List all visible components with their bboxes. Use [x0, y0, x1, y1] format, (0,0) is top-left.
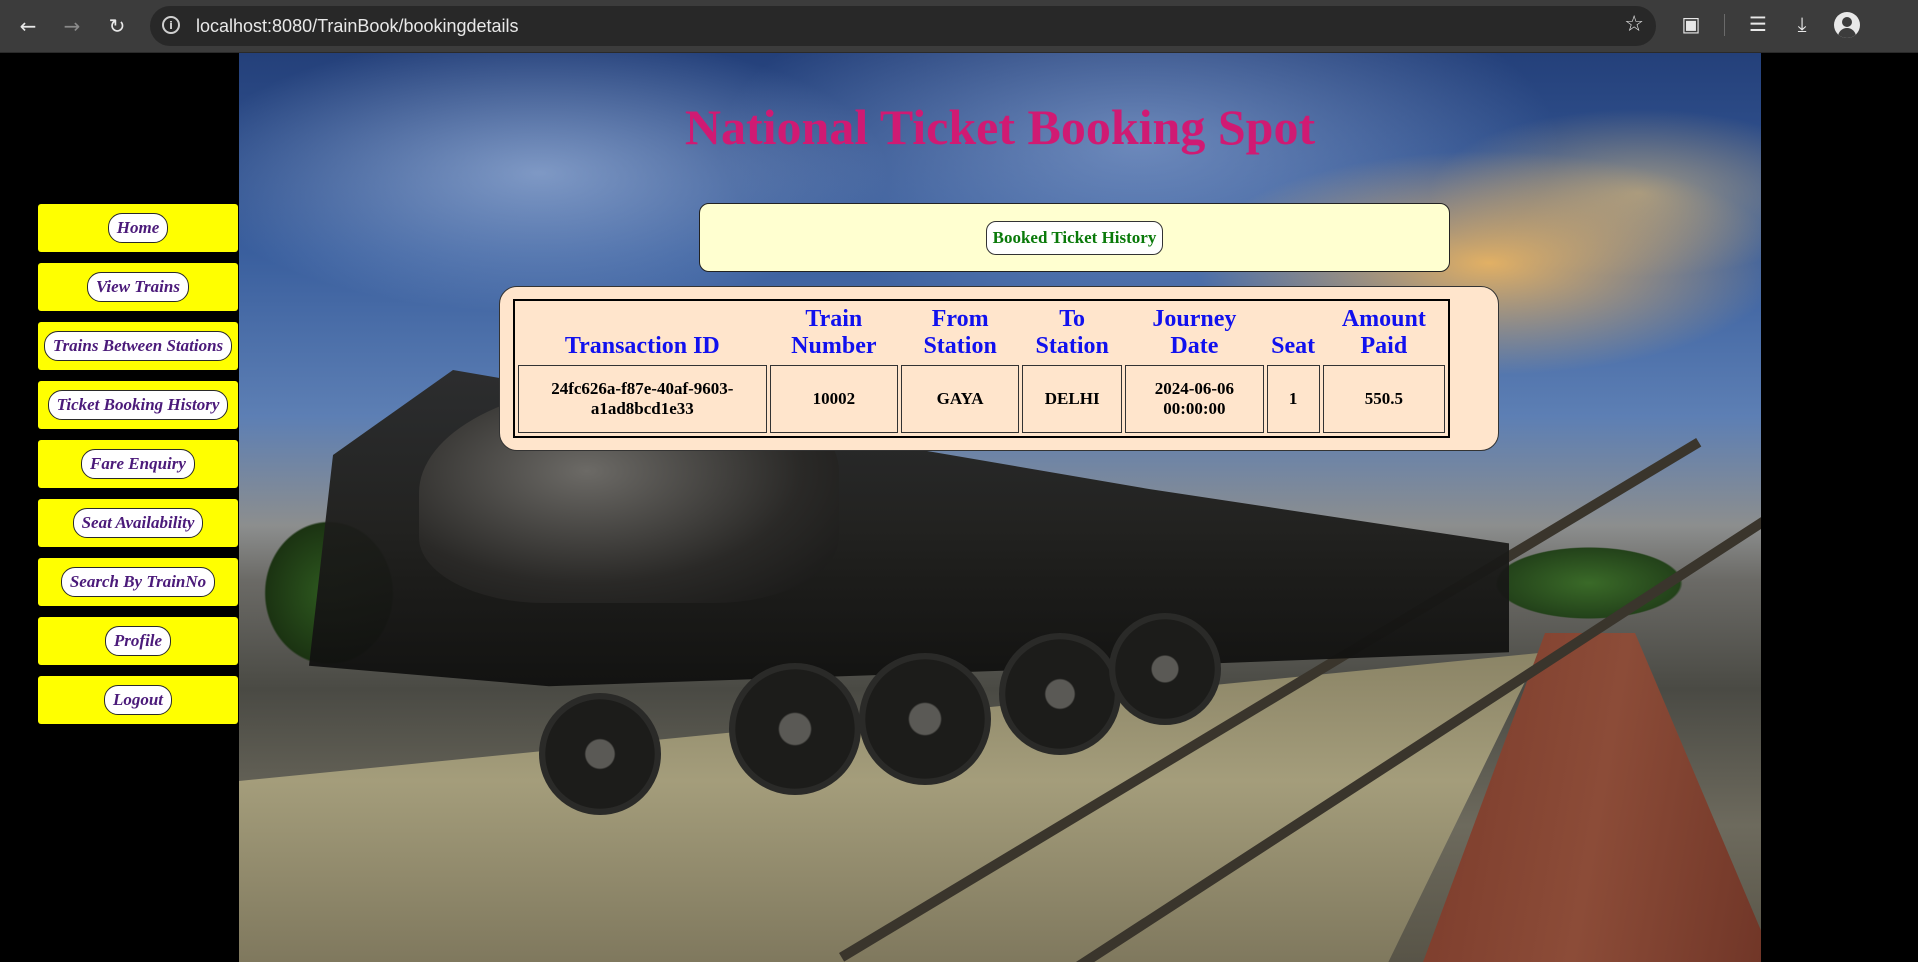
table-row: 24fc626a-f87e-40af-9603-a1ad8bcd1e33 100… [518, 365, 1445, 433]
booking-history-table: Transaction ID Train Number From Station… [513, 299, 1450, 438]
media-icon[interactable]: ☰ [1744, 12, 1772, 36]
sidebar-menu: Home View Trains Trains Between Stations… [38, 204, 238, 735]
sidebar-item-label[interactable]: View Trains [87, 272, 189, 302]
column-header: To Station [1035, 306, 1109, 359]
sidebar-item-home[interactable]: Home [38, 204, 238, 252]
sidebar-item-ticket-booking-history[interactable]: Ticket Booking History [38, 381, 238, 429]
table-header-row: Transaction ID Train Number From Station… [518, 304, 1445, 362]
column-header: Seat [1271, 333, 1316, 359]
sidebar-item-label[interactable]: Logout [103, 685, 173, 715]
sidebar-item-label[interactable]: Ticket Booking History [47, 390, 229, 420]
page-body: National Ticket Booking Spot Home View T… [0, 53, 1918, 962]
forward-icon[interactable]: → [56, 10, 88, 42]
sidebar-item-fare-enquiry[interactable]: Fare Enquiry [38, 440, 238, 488]
download-icon[interactable]: ⤓ [1788, 12, 1816, 36]
journey-date-cell: 2024-06-06 00:00:00 [1125, 365, 1264, 433]
extensions-icon[interactable]: ▣ [1677, 12, 1705, 36]
transaction-id-cell: 24fc626a-f87e-40af-9603-a1ad8bcd1e33 [518, 365, 767, 433]
sidebar-item-trains-between-stations[interactable]: Trains Between Stations [38, 322, 238, 370]
train-number-cell: 10002 [769, 365, 899, 433]
sidebar-item-logout[interactable]: Logout [38, 676, 238, 724]
reload-icon[interactable]: ↻ [101, 10, 133, 42]
sidebar-item-label[interactable]: Profile [104, 626, 172, 656]
profile-icon[interactable] [1834, 12, 1860, 38]
column-header: Transaction ID [564, 333, 720, 359]
sidebar-item-label[interactable]: Home [107, 213, 169, 243]
browser-toolbar: ← → ↻ i localhost:8080/TrainBook/booking… [0, 0, 1918, 53]
sidebar-item-label[interactable]: Search By TrainNo [60, 567, 216, 597]
sidebar-item-view-trains[interactable]: View Trains [38, 263, 238, 311]
column-header: Train Number [791, 306, 877, 359]
seat-cell: 1 [1266, 365, 1320, 433]
site-info-icon[interactable]: i [162, 16, 180, 34]
column-header: Amount Paid [1341, 306, 1426, 359]
column-header: From Station [923, 306, 997, 359]
history-heading-box: Booked Ticket History [699, 203, 1450, 272]
history-table-box: Transaction ID Train Number From Station… [499, 286, 1499, 451]
sidebar-item-label[interactable]: Trains Between Stations [43, 331, 233, 361]
address-bar[interactable]: i localhost:8080/TrainBook/bookingdetail… [150, 6, 1656, 46]
sidebar-item-label[interactable]: Seat Availability [72, 508, 204, 538]
url-text[interactable]: localhost:8080/TrainBook/bookingdetails [196, 16, 519, 37]
back-icon[interactable]: ← [12, 10, 44, 42]
history-heading: Booked Ticket History [985, 220, 1164, 255]
amount-paid-cell: 550.5 [1322, 365, 1445, 433]
bookmark-star-icon[interactable]: ☆ [1624, 12, 1644, 37]
toolbar-separator [1724, 14, 1725, 36]
sidebar-item-profile[interactable]: Profile [38, 617, 238, 665]
to-station-cell: DELHI [1022, 365, 1123, 433]
sidebar-item-search-by-trainno[interactable]: Search By TrainNo [38, 558, 238, 606]
sidebar-item-seat-availability[interactable]: Seat Availability [38, 499, 238, 547]
train-background-image [239, 53, 1761, 962]
from-station-cell: GAYA [901, 365, 1020, 433]
sidebar-item-label[interactable]: Fare Enquiry [81, 449, 195, 479]
page-title: National Ticket Booking Spot [684, 99, 1316, 155]
column-header: Journey Date [1152, 306, 1237, 359]
